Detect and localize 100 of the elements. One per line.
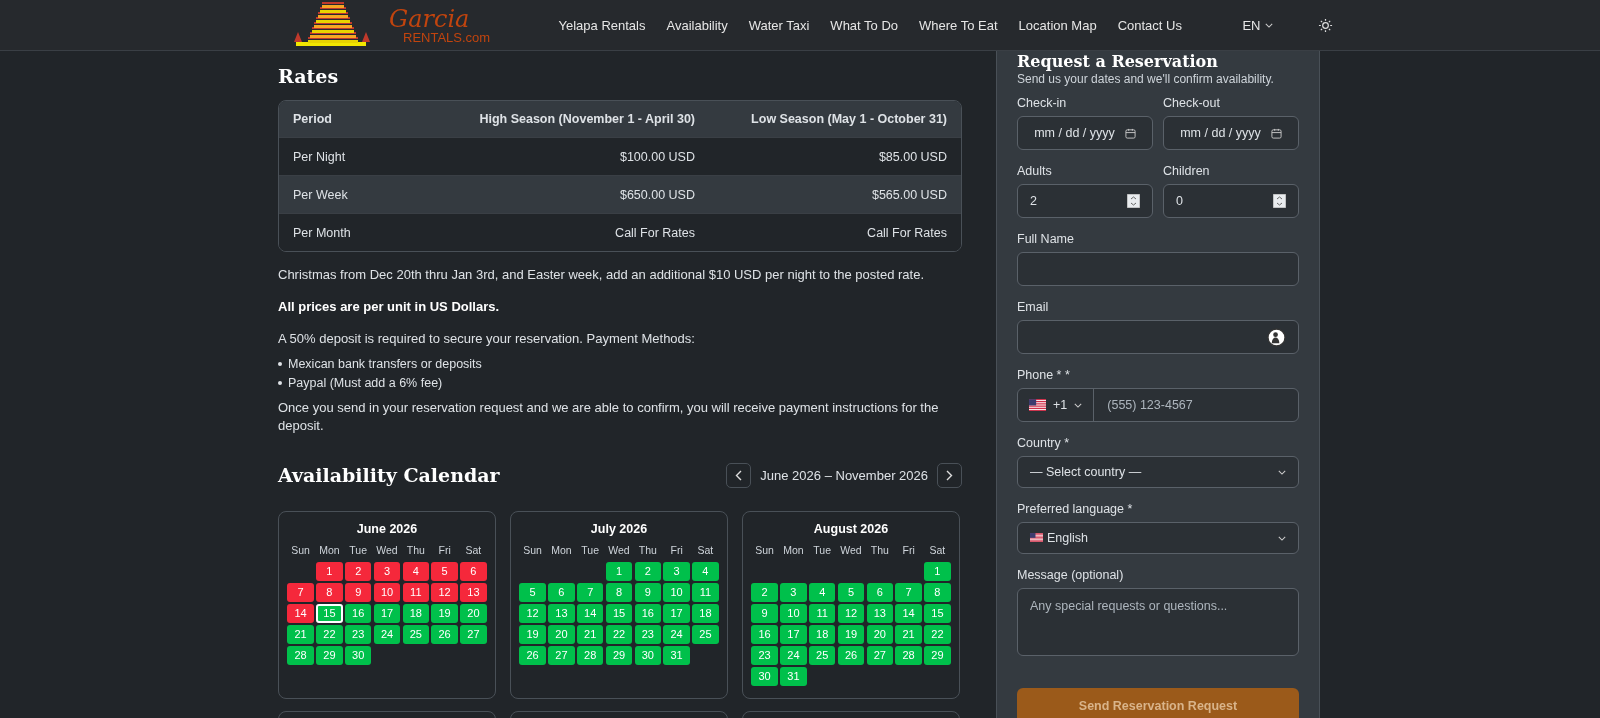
calendar-day[interactable]: 7 [895, 582, 922, 602]
calendar-day[interactable]: 18 [402, 603, 430, 623]
calendar-day[interactable]: 26 [519, 645, 546, 665]
calendar-day[interactable]: 22 [316, 624, 343, 644]
calendar-day[interactable]: 17 [373, 603, 401, 623]
calendar-day[interactable]: 19 [519, 624, 546, 644]
nav-link[interactable]: Water Taxi [738, 17, 820, 33]
calendar-day[interactable]: 17 [663, 603, 690, 623]
calendar-day[interactable]: 21 [895, 624, 922, 644]
calendar-day[interactable]: 5 [837, 582, 865, 602]
calendar-day[interactable]: 14 [287, 603, 314, 623]
calendar-day[interactable]: 3 [780, 582, 807, 602]
calendar-day[interactable]: 8 [605, 582, 633, 602]
calendar-day[interactable]: 25 [692, 624, 719, 644]
calendar-day[interactable]: 17 [780, 624, 807, 644]
sun-icon[interactable] [1317, 17, 1333, 33]
calendar-day[interactable]: 18 [808, 624, 836, 644]
calendar-day[interactable]: 25 [808, 645, 836, 665]
calendar-day[interactable]: 10 [663, 582, 690, 602]
calendar-day[interactable]: 18 [692, 603, 719, 623]
calendar-day[interactable]: 20 [460, 603, 487, 623]
calendar-day[interactable]: 19 [837, 624, 865, 644]
spinner-icon[interactable] [1127, 194, 1140, 208]
calendar-day[interactable]: 27 [548, 645, 575, 665]
calendar-day[interactable]: 22 [605, 624, 633, 644]
calendar-day[interactable]: 7 [576, 582, 604, 602]
language-dropdown[interactable]: EN [1242, 17, 1273, 33]
calendar-day[interactable]: 15 [605, 603, 633, 623]
calendar-day[interactable]: 15 [924, 603, 951, 623]
calendar-day[interactable]: 9 [751, 603, 778, 623]
calendar-day[interactable]: 9 [634, 582, 662, 602]
phone-field[interactable]: +1 (555) 123-4567 [1017, 388, 1299, 422]
nav-link[interactable]: Yelapa Rentals [548, 17, 656, 33]
nav-link[interactable]: What To Do [819, 17, 909, 33]
number-field[interactable]: 0 [1163, 184, 1299, 218]
calendar-day[interactable]: 6 [460, 561, 487, 581]
person-circle-icon[interactable] [1267, 327, 1286, 347]
phone-input[interactable]: (555) 123-4567 [1094, 398, 1298, 412]
text-field[interactable] [1017, 252, 1299, 286]
calendar-day[interactable]: 16 [344, 603, 372, 623]
calendar-day[interactable]: 4 [808, 582, 836, 602]
calendar-day[interactable]: 8 [924, 582, 951, 602]
logo-name[interactable]: Garcia [389, 6, 491, 31]
calendar-day[interactable]: 28 [895, 645, 922, 665]
calendar-day[interactable]: 12 [837, 603, 865, 623]
calendar-day[interactable]: 14 [895, 603, 922, 623]
calendar-day[interactable]: 11 [808, 603, 836, 623]
calendar-day[interactable]: 16 [634, 603, 662, 623]
calendar-day[interactable]: 20 [548, 624, 575, 644]
next-button[interactable] [937, 462, 962, 488]
calendar-day[interactable]: 28 [287, 645, 314, 665]
calendar-day[interactable]: 12 [519, 603, 546, 623]
calendar-day[interactable]: 31 [663, 645, 690, 665]
calendar-day[interactable]: 21 [576, 624, 604, 644]
calendar-day[interactable]: 7 [287, 582, 314, 602]
calendar-day[interactable]: 13 [548, 603, 575, 623]
calendar-day[interactable]: 13 [460, 582, 487, 602]
calendar-day[interactable]: 29 [605, 645, 633, 665]
calendar-day[interactable]: 4 [692, 561, 719, 581]
calendar-day[interactable]: 14 [576, 603, 604, 623]
calendar-day[interactable]: 5 [519, 582, 546, 602]
calendar-day[interactable]: 3 [373, 561, 401, 581]
calendar-day[interactable]: 4 [402, 561, 430, 581]
date-field[interactable]: mm / dd / yyyy [1017, 116, 1153, 150]
calendar-day[interactable]: 12 [431, 582, 458, 602]
language-select[interactable]: English [1017, 522, 1299, 554]
calendar-day[interactable]: 1 [605, 561, 633, 581]
calendar-day[interactable]: 11 [692, 582, 719, 602]
calendar-day[interactable]: 8 [316, 582, 343, 602]
calendar-day[interactable]: 26 [431, 624, 458, 644]
calendar-day[interactable]: 30 [634, 645, 662, 665]
calendar-day[interactable]: 24 [780, 645, 807, 665]
calendar-day[interactable]: 2 [634, 561, 662, 581]
calendar-day[interactable]: 2 [751, 582, 778, 602]
calendar-day[interactable]: 29 [316, 645, 343, 665]
calendar-day[interactable]: 30 [344, 645, 372, 665]
calendar-day[interactable]: 5 [431, 561, 458, 581]
calendar-day[interactable]: 26 [837, 645, 865, 665]
calendar-day[interactable]: 13 [866, 603, 894, 623]
calendar-day[interactable]: 6 [548, 582, 575, 602]
message-field[interactable]: Any special requests or questions... [1017, 588, 1299, 656]
calendar-day[interactable]: 27 [866, 645, 894, 665]
calendar-day[interactable]: 15 [316, 603, 343, 623]
nav-link[interactable]: Location Map [1008, 17, 1108, 33]
calendar-day[interactable]: 24 [373, 624, 401, 644]
nav-link[interactable]: Availability [656, 17, 739, 33]
date-field[interactable]: mm / dd / yyyy [1163, 116, 1299, 150]
nav-link[interactable]: Contact Us [1107, 17, 1193, 33]
country-select[interactable]: — Select country — [1017, 456, 1299, 488]
calendar-day[interactable]: 9 [344, 582, 372, 602]
number-field[interactable]: 2 [1017, 184, 1153, 218]
calendar-day[interactable]: 2 [344, 561, 372, 581]
logo-subtitle[interactable]: RENTALS.com [403, 30, 491, 44]
calendar-day[interactable]: 6 [866, 582, 894, 602]
calendar-day[interactable]: 1 [924, 561, 951, 581]
calendar-day[interactable]: 11 [402, 582, 430, 602]
calendar-day[interactable]: 21 [287, 624, 314, 644]
previous-button[interactable] [726, 462, 752, 488]
calendar-day[interactable]: 23 [344, 624, 372, 644]
calendar-day[interactable]: 22 [924, 624, 951, 644]
